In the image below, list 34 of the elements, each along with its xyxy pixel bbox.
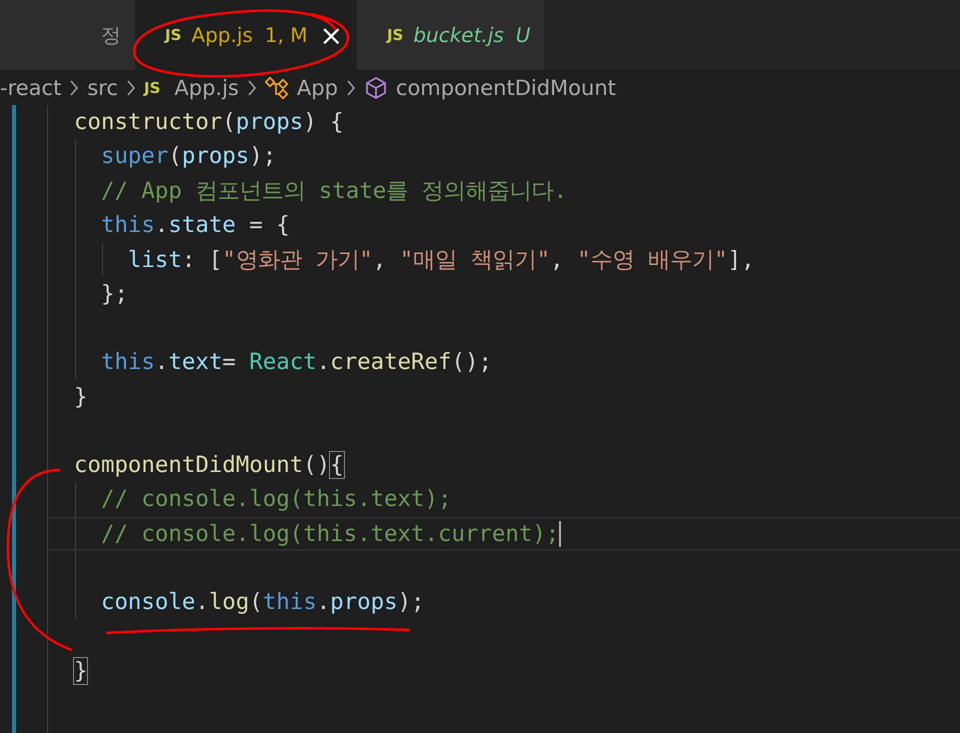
breadcrumb-item[interactable]: -react — [0, 76, 62, 100]
code-line: } — [74, 658, 88, 684]
breadcrumb-item[interactable]: App.js — [174, 76, 239, 100]
code-line: } — [74, 384, 88, 410]
text-cursor — [559, 520, 562, 547]
js-file-icon: JS — [165, 26, 182, 44]
chevron-right-icon — [346, 78, 356, 96]
code-line: this.text= React.createRef(); — [100, 349, 492, 376]
code-line: // App 컴포넌트의 state를 정의해줍니다. — [100, 177, 568, 206]
code-line: this.state = { — [100, 212, 290, 238]
editor-tab[interactable]: JS bucket.js U — [356, 0, 544, 70]
chevron-right-icon — [126, 78, 136, 96]
editor-tab[interactable]: JS App.js 1, M × — [135, 0, 357, 70]
code-line: }; — [100, 280, 128, 307]
close-tab-button[interactable]: × — [320, 18, 343, 52]
code-line: constructor(props) { — [74, 109, 344, 136]
code-line: // console.log(this.text.current); — [100, 520, 560, 547]
chevron-right-icon — [246, 78, 257, 96]
breadcrumb-item[interactable]: App — [296, 76, 338, 100]
code-line: super(props); — [100, 143, 276, 170]
breadcrumb-item[interactable]: src — [87, 76, 118, 100]
editor-tab[interactable]: 정 — [0, 0, 135, 70]
class-icon — [264, 76, 289, 100]
file-status-label: 1, M — [264, 23, 308, 47]
code-line: componentDidMount(){ — [74, 452, 344, 478]
breadcrumb-item[interactable]: componentDidMount — [396, 76, 616, 100]
code-line: console.log(this.props); — [100, 589, 425, 616]
js-file-icon: JS — [144, 78, 160, 96]
code-line: list: ["영화관 가기", "매일 책읽기", "수영 배우기"], — [126, 246, 755, 275]
js-file-icon: JS — [386, 26, 404, 44]
file-status-label: U — [516, 23, 530, 47]
code-line: // console.log(this.text); — [100, 486, 452, 512]
cube-icon — [364, 76, 388, 100]
chevron-right-icon — [69, 78, 80, 96]
